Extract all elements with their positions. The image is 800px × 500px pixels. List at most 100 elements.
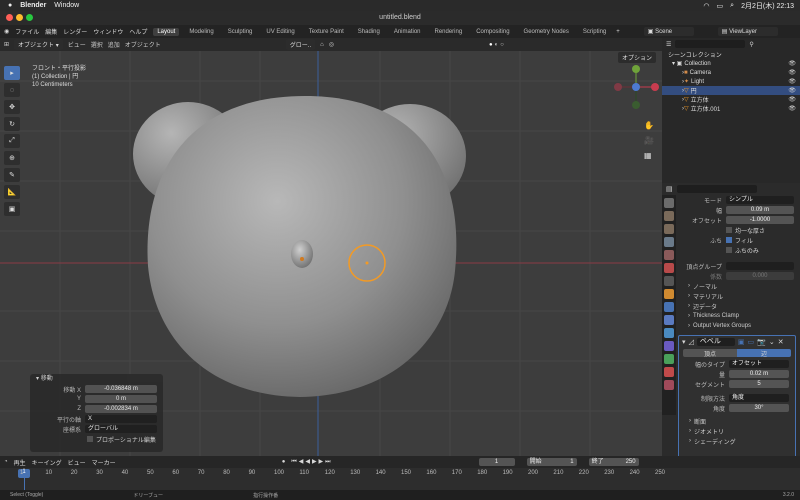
factor-field[interactable]: 0.000 (726, 272, 794, 280)
affect-vertices-button[interactable]: 頂点 (683, 349, 737, 358)
constraints-tab-icon[interactable] (664, 341, 674, 351)
width-type-select[interactable]: オフセット (729, 360, 789, 368)
bevel-name-field[interactable]: ベベル (696, 337, 735, 346)
collection-tab-icon[interactable] (664, 276, 674, 286)
menu-file[interactable]: ファイル (15, 27, 39, 36)
menu-view[interactable]: ビュー (68, 40, 86, 49)
tab-scripting[interactable]: Scripting (579, 28, 610, 36)
add-workspace-button[interactable]: + (616, 29, 620, 35)
scene-selector[interactable]: ▣ Scene (643, 27, 694, 36)
rim-only-checkbox[interactable] (726, 247, 732, 253)
fill-checkbox[interactable] (726, 237, 732, 243)
outliner-scene-collection[interactable]: シーンコレクション (662, 50, 800, 59)
outliner-item-camera[interactable]: › ■ Camera 👁 (662, 68, 800, 77)
tab-geometry-nodes[interactable]: Geometry Nodes (520, 28, 573, 36)
tab-compositing[interactable]: Compositing (472, 28, 513, 36)
orientation-select[interactable]: グローバル (85, 425, 157, 433)
render-toggle-icon[interactable]: 📷 (757, 338, 766, 346)
section-normal[interactable]: › ノーマル (662, 281, 800, 291)
output-tab-icon[interactable] (664, 224, 674, 234)
pan-hand-icon[interactable]: ✋ (644, 121, 654, 130)
tool-tab-icon[interactable] (664, 198, 674, 208)
select-box-tool-icon[interactable]: ▸ (4, 66, 20, 80)
apple-icon[interactable]: ● (8, 2, 12, 9)
collapse-icon[interactable]: ▾ (682, 338, 686, 346)
wifi-icon[interactable]: ◠ (703, 2, 709, 10)
angle-field[interactable]: 30° (729, 404, 789, 412)
visibility-icon[interactable]: 👁 (788, 78, 796, 85)
section-profile[interactable]: › 断面 (679, 416, 795, 426)
modifier-tab-icon[interactable] (664, 302, 674, 312)
menu-object[interactable]: オブジェクト (125, 40, 161, 49)
minimize-window-button[interactable] (16, 14, 23, 21)
rotate-tool-icon[interactable]: ↻ (4, 117, 20, 131)
timeline-type-icon[interactable]: ◔ (4, 459, 8, 465)
tab-shading[interactable]: Shading (354, 28, 384, 36)
properties-search-input[interactable] (676, 185, 757, 193)
camera-view-icon[interactable]: 🎥 (644, 136, 654, 145)
width-field[interactable]: 0.09 m (726, 206, 794, 214)
current-frame-field[interactable]: 1 (478, 458, 515, 466)
render-tab-icon[interactable] (664, 211, 674, 221)
editor-type-icon[interactable]: ⊞ (4, 41, 9, 48)
particles-tab-icon[interactable] (664, 315, 674, 325)
visibility-icon[interactable]: 👁 (788, 60, 796, 67)
transform-orientation[interactable]: グロー.. (285, 39, 316, 50)
menu-marker[interactable]: マーカー (92, 458, 116, 467)
proportional-checkbox[interactable] (87, 436, 93, 442)
menu-keying[interactable]: キーイング (32, 458, 62, 467)
offset-field[interactable]: -1.0000 (726, 216, 794, 224)
visibility-icon[interactable]: 👁 (788, 69, 796, 76)
affect-edges-button[interactable]: 辺 (737, 349, 791, 358)
menu-playback[interactable]: 再生 (14, 458, 26, 467)
menu-window[interactable]: ウィンドウ (93, 27, 123, 36)
outliner-item-cube-001[interactable]: › ▽ 立方体.001 👁 (662, 104, 800, 114)
outliner-item-cube[interactable]: › ▽ 立方体 👁 (662, 95, 800, 105)
physics-tab-icon[interactable] (664, 328, 674, 338)
outliner-search-input[interactable] (675, 40, 746, 48)
object-tab-icon[interactable] (664, 289, 674, 299)
transform-tool-icon[interactable]: ⊕ (4, 151, 20, 165)
section-material[interactable]: › マテリアル (662, 291, 800, 301)
clock[interactable]: 2月2日(木) 22:13 (741, 1, 794, 11)
annotate-tool-icon[interactable]: ✎ (4, 168, 20, 182)
mode-select[interactable]: シンプル (726, 196, 794, 204)
limit-method-select[interactable]: 角度 (729, 394, 789, 402)
outliner-item-light[interactable]: › ✦ Light 👁 (662, 77, 800, 86)
close-window-button[interactable] (6, 14, 13, 21)
menu-add[interactable]: 追加 (108, 40, 120, 49)
scale-tool-icon[interactable]: ⤢ (4, 134, 20, 148)
data-tab-icon[interactable] (664, 354, 674, 364)
record-icon[interactable]: ● (282, 459, 286, 465)
tab-rendering[interactable]: Rendering (431, 28, 467, 36)
section-edge-data[interactable]: › 辺データ (662, 301, 800, 311)
grid-view-icon[interactable]: ▦ (644, 151, 654, 160)
scene-tab-icon[interactable] (664, 250, 674, 260)
viewport-toggle-icon[interactable]: ▭ (748, 338, 755, 346)
tab-texture-paint[interactable]: Texture Paint (305, 28, 348, 36)
window-menu[interactable]: Window (54, 2, 79, 9)
move-z-field[interactable]: -0.002834 m (85, 405, 157, 413)
timeline-track[interactable] (0, 468, 800, 490)
playback-controls[interactable]: ⏮◀◀▶▶⏭ (291, 458, 332, 466)
operator-title[interactable]: ▾ 移動 (30, 374, 163, 384)
start-frame-field[interactable]: 開始 1 (526, 458, 577, 466)
blender-logo-icon[interactable]: ◉ (4, 28, 9, 35)
outliner-item-collection[interactable]: ▾ ▣ Collection 👁 (662, 59, 800, 68)
material-shading-icon[interactable]: ◐ (495, 42, 499, 48)
section-geometry[interactable]: › ジオメトリ (679, 426, 795, 436)
move-x-field[interactable]: -0.036848 m (85, 385, 157, 393)
add-cube-tool-icon[interactable]: ▣ (4, 202, 20, 216)
menu-edit[interactable]: 編集 (45, 27, 57, 36)
move-tool-icon[interactable]: ✥ (4, 100, 20, 114)
section-thickness-clamp[interactable]: › Thickness Clamp (662, 311, 800, 321)
nose-mesh[interactable] (291, 240, 313, 268)
amount-field[interactable]: 0.02 m (729, 370, 789, 378)
section-output-vertex-groups[interactable]: › Output Vertex Groups (662, 321, 800, 331)
segments-field[interactable]: 5 (729, 380, 789, 388)
app-menu[interactable]: Blender (20, 2, 46, 9)
dropdown-icon[interactable]: ⌄ (769, 338, 775, 346)
menu-help[interactable]: ヘルプ (129, 27, 147, 36)
remove-modifier-icon[interactable]: ✕ (778, 338, 784, 346)
orient-axis-select[interactable]: X (85, 415, 157, 423)
